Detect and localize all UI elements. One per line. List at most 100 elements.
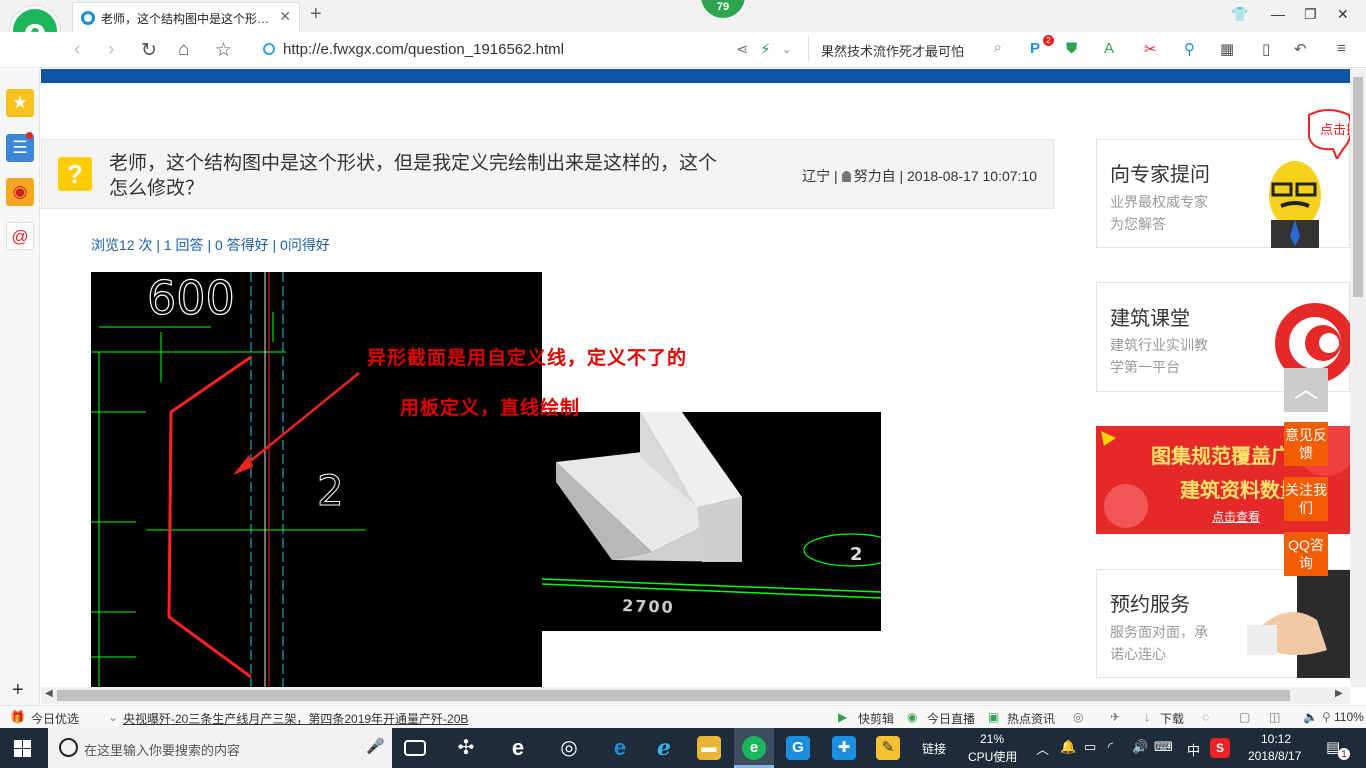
360-app-icon[interactable]: ◎ xyxy=(557,736,581,760)
author-link[interactable]: 努力自 xyxy=(842,168,896,184)
site-favicon-icon xyxy=(81,11,95,25)
microphone-icon[interactable]: 🎤 xyxy=(366,737,385,755)
g-app-icon[interactable]: G xyxy=(786,736,810,760)
mail-icon[interactable]: @ xyxy=(6,222,34,250)
links-toolbar[interactable]: 链接 xyxy=(922,740,946,757)
new-tab-button[interactable]: + xyxy=(310,3,322,26)
feedback-button[interactable]: 意见反馈 xyxy=(1284,422,1328,466)
ask-speech-bubble-icon[interactable]: 点击提问 xyxy=(1303,107,1350,159)
shield-icon[interactable]: ⛊ xyxy=(1066,40,1077,57)
question-stats: 浏览12 次 | 1 回答 | 0 答得好 | 0问得好 xyxy=(91,237,330,253)
clock-date[interactable]: 2018/8/17 xyxy=(1248,749,1301,763)
chevron-down-icon[interactable]: ⌄ xyxy=(782,43,791,56)
apps-grid-icon[interactable]: ▦ xyxy=(1220,40,1234,58)
download-link[interactable]: 下载 xyxy=(1160,710,1184,727)
magnifier-tool-icon[interactable]: ⚲ xyxy=(1184,40,1195,58)
active-taskbar-app[interactable]: e xyxy=(734,728,774,768)
live-link[interactable]: 今日直播 xyxy=(927,710,975,727)
wifi-icon[interactable]: ◜ xyxy=(1108,739,1113,755)
site-header-strip xyxy=(41,69,1350,83)
booking-service-card[interactable]: 预约服务 服务面对面，承 诺心连心 xyxy=(1096,569,1350,678)
speed-mode-icon[interactable]: ⚡ xyxy=(760,40,771,58)
notes-app-icon[interactable]: ✎ xyxy=(876,736,900,760)
internet-explorer-icon[interactable]: ℯ xyxy=(652,736,676,760)
keyboard-icon[interactable]: ⌨ xyxy=(1154,739,1173,755)
favorites-star-icon[interactable]: ★ xyxy=(6,89,34,117)
share-icon[interactable]: ⋖ xyxy=(736,40,749,58)
unread-dot-icon xyxy=(26,132,33,139)
location-link[interactable]: 辽宁 xyxy=(802,168,830,184)
skin-icon[interactable]: 👕 xyxy=(1231,6,1248,23)
search-field[interactable]: 果然技术流作死才最可怕 ⌕ xyxy=(808,36,1008,62)
horizontal-scrollbar[interactable]: ◀ ▶ xyxy=(41,687,1350,704)
cad-annotation-line1: 异形截面是用自定义线，定义不了的 xyxy=(367,347,688,369)
add-sidebar-item-button[interactable]: + xyxy=(12,679,24,702)
restore-button[interactable]: ❐ xyxy=(1304,6,1317,23)
sogou-ime-icon[interactable]: S xyxy=(1210,738,1230,758)
volume-tray-icon[interactable]: 🔊 xyxy=(1132,739,1148,755)
plane-icon[interactable]: ✈ xyxy=(1110,710,1120,724)
render-label-2: 2 xyxy=(850,544,863,565)
notification-count-badge: 2 xyxy=(1043,35,1054,46)
edge-browser-icon[interactable]: e xyxy=(608,736,632,760)
today-pick-link[interactable]: 今日优选 xyxy=(31,710,79,727)
file-explorer-icon[interactable]: ▬ xyxy=(697,736,721,760)
forward-button[interactable]: › xyxy=(108,39,114,61)
card-subtitle: 建筑行业实训教 xyxy=(1110,337,1208,353)
dimension-2700-label: 2700 xyxy=(622,596,675,617)
qq-consult-button[interactable]: QQ咨询 xyxy=(1284,532,1328,576)
plus-app-icon[interactable]: ✚ xyxy=(832,736,856,760)
ie-browser-icon[interactable]: e xyxy=(506,736,530,760)
cpu-percent: 21% xyxy=(980,732,1005,746)
home-button[interactable]: ⌂ xyxy=(178,39,189,61)
tab-active[interactable]: 老师，这个结构图中是这个形状，但是我定义完绘制出来是这样的，这个怎么修改？ ✕ xyxy=(72,2,300,32)
volume-icon[interactable]: 🔈 xyxy=(1303,710,1318,724)
tray-bell-icon[interactable]: 🔔 xyxy=(1060,739,1076,755)
browser-score-badge[interactable]: 79 xyxy=(701,0,745,18)
back-to-top-button[interactable]: ︿ xyxy=(1284,368,1328,412)
vertical-scroll-thumb[interactable] xyxy=(1353,77,1363,297)
scroll-left-arrow[interactable]: ◀ xyxy=(45,688,53,699)
tab-close-icon[interactable]: ✕ xyxy=(279,8,291,25)
taskbar-search-box[interactable]: 在这里输入你要搜索的内容 🎤 xyxy=(48,728,392,768)
news-ticker-link[interactable]: 央视曝歼-20三条生产线月产三架，第四条2019年开通量产歼-20B xyxy=(123,710,468,727)
reader-icon[interactable]: ▯ xyxy=(1262,40,1270,58)
menu-icon[interactable]: ≡ xyxy=(1337,40,1346,57)
reload-button[interactable]: ↻ xyxy=(141,39,157,62)
battery-icon[interactable]: ▭ xyxy=(1084,739,1096,755)
weibo-icon[interactable]: ◉ xyxy=(6,178,34,206)
speed-icon[interactable]: ◎ xyxy=(1073,710,1083,724)
screenshot-icon[interactable]: ◫ xyxy=(1269,710,1280,724)
follow-us-button[interactable]: 关注我们 xyxy=(1284,477,1328,521)
promo-link[interactable]: 点击查看 xyxy=(1212,508,1260,525)
cleanup-icon[interactable]: ◌ xyxy=(1202,710,1209,724)
horizontal-scroll-thumb[interactable] xyxy=(57,690,1290,701)
question-title: 老师，这个结构图中是这个形状，但是我定义完绘制出来是这样的，这个怎么修改？ xyxy=(109,153,718,199)
task-view-icon[interactable] xyxy=(404,740,426,756)
favorite-star-button[interactable]: ☆ xyxy=(215,39,232,62)
vertical-scrollbar[interactable] xyxy=(1350,69,1366,687)
minimize-button[interactable]: — xyxy=(1271,6,1285,22)
cad-3d-render-image: 2 2700 xyxy=(542,412,881,631)
ime-indicator[interactable]: 中 xyxy=(1187,740,1200,759)
scissors-icon[interactable]: ✂ xyxy=(1144,40,1157,58)
undo-close-icon[interactable]: ↶ xyxy=(1294,40,1307,58)
hot-news-link[interactable]: 热点资讯 xyxy=(1007,710,1055,727)
back-button[interactable]: ‹ xyxy=(74,39,80,61)
url-field[interactable]: http://e.fwxgx.com/question_1916562.html xyxy=(263,41,564,58)
clock-time[interactable]: 10:12 xyxy=(1261,732,1291,746)
close-window-button[interactable]: ✕ xyxy=(1337,6,1349,23)
search-icon[interactable]: ⌕ xyxy=(994,39,1002,56)
pinyin-icon[interactable]: P xyxy=(1030,40,1040,57)
quick-clip-link[interactable]: 快剪辑 xyxy=(858,710,894,727)
notification-count: 1 xyxy=(1338,748,1350,760)
fan-app-icon[interactable]: ✣ xyxy=(454,736,478,760)
zoom-level[interactable]: 110% xyxy=(1334,710,1364,724)
scroll-right-arrow[interactable]: ▶ xyxy=(1335,688,1343,699)
url-text: http://e.fwxgx.com/question_1916562.html xyxy=(283,41,565,58)
translate-icon[interactable]: A xyxy=(1104,40,1114,57)
question-mark-icon: ? xyxy=(58,157,92,191)
window-icon[interactable]: ▢ xyxy=(1239,710,1250,724)
windows-start-icon[interactable] xyxy=(14,740,31,757)
tray-chevron-icon[interactable]: ︿ xyxy=(1036,739,1049,758)
